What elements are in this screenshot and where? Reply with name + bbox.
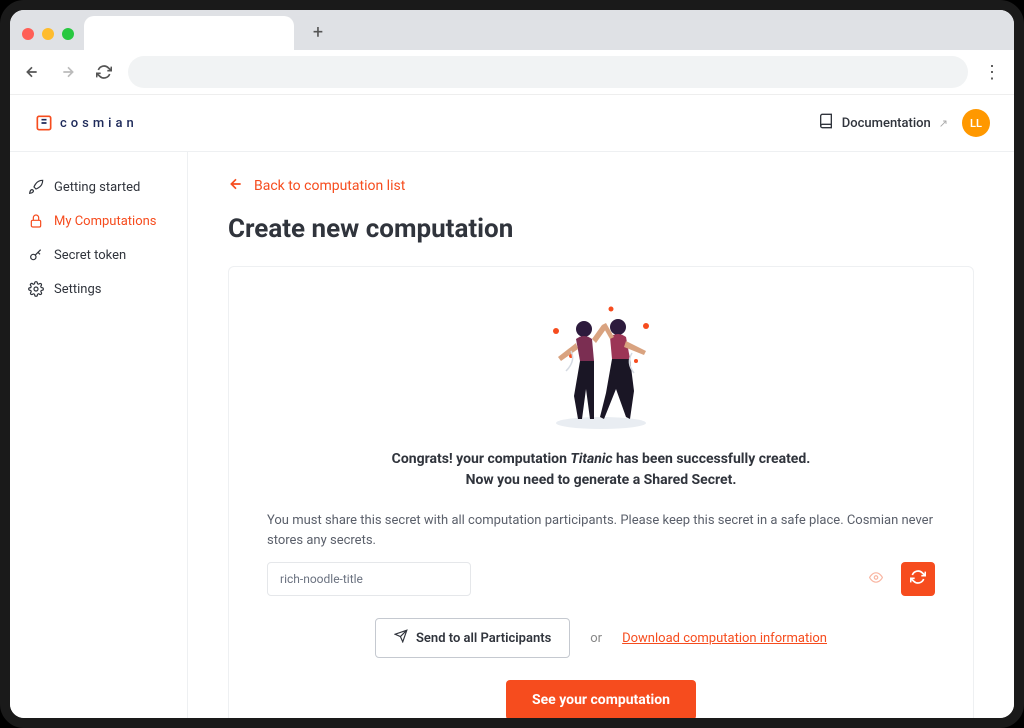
- send-participants-button[interactable]: Send to all Participants: [375, 618, 570, 658]
- address-bar[interactable]: [128, 56, 968, 88]
- device-frame: + ⋮ cosmian: [0, 0, 1024, 728]
- gear-icon: [28, 281, 44, 297]
- address-bar-row: ⋮: [10, 50, 1014, 95]
- browser-tab[interactable]: [84, 16, 294, 50]
- congrats-message: Congrats! your computation Titanic has b…: [257, 449, 945, 491]
- celebration-illustration: [257, 301, 945, 431]
- main-content: Back to computation list Create new comp…: [188, 152, 1014, 718]
- maximize-window-icon[interactable]: [62, 28, 74, 40]
- congrats-text-prefix: Congrats! your computation: [392, 451, 571, 467]
- secret-input-wrapper: [267, 562, 893, 596]
- sidebar-item-label: Getting started: [54, 180, 140, 195]
- window-controls: [22, 28, 84, 50]
- tab-bar: +: [10, 10, 1014, 50]
- key-icon: [28, 247, 44, 263]
- computation-name: Titanic: [570, 451, 612, 467]
- avatar[interactable]: LL: [962, 109, 990, 137]
- browser-chrome: + ⋮: [10, 10, 1014, 95]
- minimize-window-icon[interactable]: [42, 28, 54, 40]
- arrow-left-icon: [228, 176, 244, 196]
- close-window-icon[interactable]: [22, 28, 34, 40]
- info-text: You must share this secret with all comp…: [257, 511, 945, 550]
- brand-name: cosmian: [60, 116, 138, 131]
- brand-logo[interactable]: cosmian: [34, 113, 138, 133]
- book-icon: [818, 113, 834, 133]
- back-link[interactable]: Back to computation list: [228, 176, 974, 196]
- external-link-icon: ↗: [939, 117, 948, 130]
- send-button-label: Send to all Participants: [416, 631, 551, 646]
- sidebar-item-label: Settings: [54, 282, 101, 297]
- lock-icon: [28, 213, 44, 229]
- refresh-icon: [910, 569, 926, 589]
- browser-menu-icon[interactable]: ⋮: [980, 60, 1004, 84]
- back-link-label: Back to computation list: [254, 178, 405, 194]
- app-root: cosmian Documentation ↗ LL: [10, 95, 1014, 718]
- success-card: Congrats! your computation Titanic has b…: [228, 266, 974, 718]
- rocket-icon: [28, 179, 44, 195]
- secret-input[interactable]: [267, 562, 471, 596]
- actions-row: Send to all Participants or Download com…: [257, 618, 945, 658]
- new-tab-button[interactable]: +: [304, 18, 332, 46]
- logo-icon: [34, 113, 54, 133]
- sidebar-item-my-computations[interactable]: My Computations: [10, 204, 187, 238]
- sidebar-item-secret-token[interactable]: Secret token: [10, 238, 187, 272]
- documentation-label: Documentation: [842, 116, 931, 131]
- see-computation-button[interactable]: See your computation: [506, 680, 696, 718]
- sidebar-item-label: My Computations: [54, 214, 157, 229]
- sidebar-item-label: Secret token: [54, 248, 126, 263]
- secret-row: [257, 562, 945, 596]
- send-icon: [394, 629, 408, 647]
- nav-forward-icon[interactable]: [56, 60, 80, 84]
- sidebar: Getting started My Computations Secret t…: [10, 152, 188, 718]
- sidebar-item-getting-started[interactable]: Getting started: [10, 170, 187, 204]
- regenerate-button[interactable]: [901, 562, 935, 596]
- header-right: Documentation ↗ LL: [818, 109, 990, 137]
- primary-cta-wrapper: See your computation: [257, 680, 945, 718]
- app-body: Getting started My Computations Secret t…: [10, 152, 1014, 718]
- documentation-link[interactable]: Documentation ↗: [818, 113, 948, 133]
- or-text: or: [590, 631, 602, 646]
- reload-icon[interactable]: [92, 60, 116, 84]
- app-header: cosmian Documentation ↗ LL: [10, 95, 1014, 152]
- congrats-text-suffix: has been successfully created.: [613, 451, 811, 467]
- eye-icon[interactable]: [869, 570, 883, 589]
- page-title: Create new computation: [228, 214, 974, 244]
- sidebar-item-settings[interactable]: Settings: [10, 272, 187, 306]
- nav-back-icon[interactable]: [20, 60, 44, 84]
- congrats-line2: Now you need to generate a Shared Secret…: [466, 472, 737, 488]
- download-info-link[interactable]: Download computation information: [622, 631, 827, 646]
